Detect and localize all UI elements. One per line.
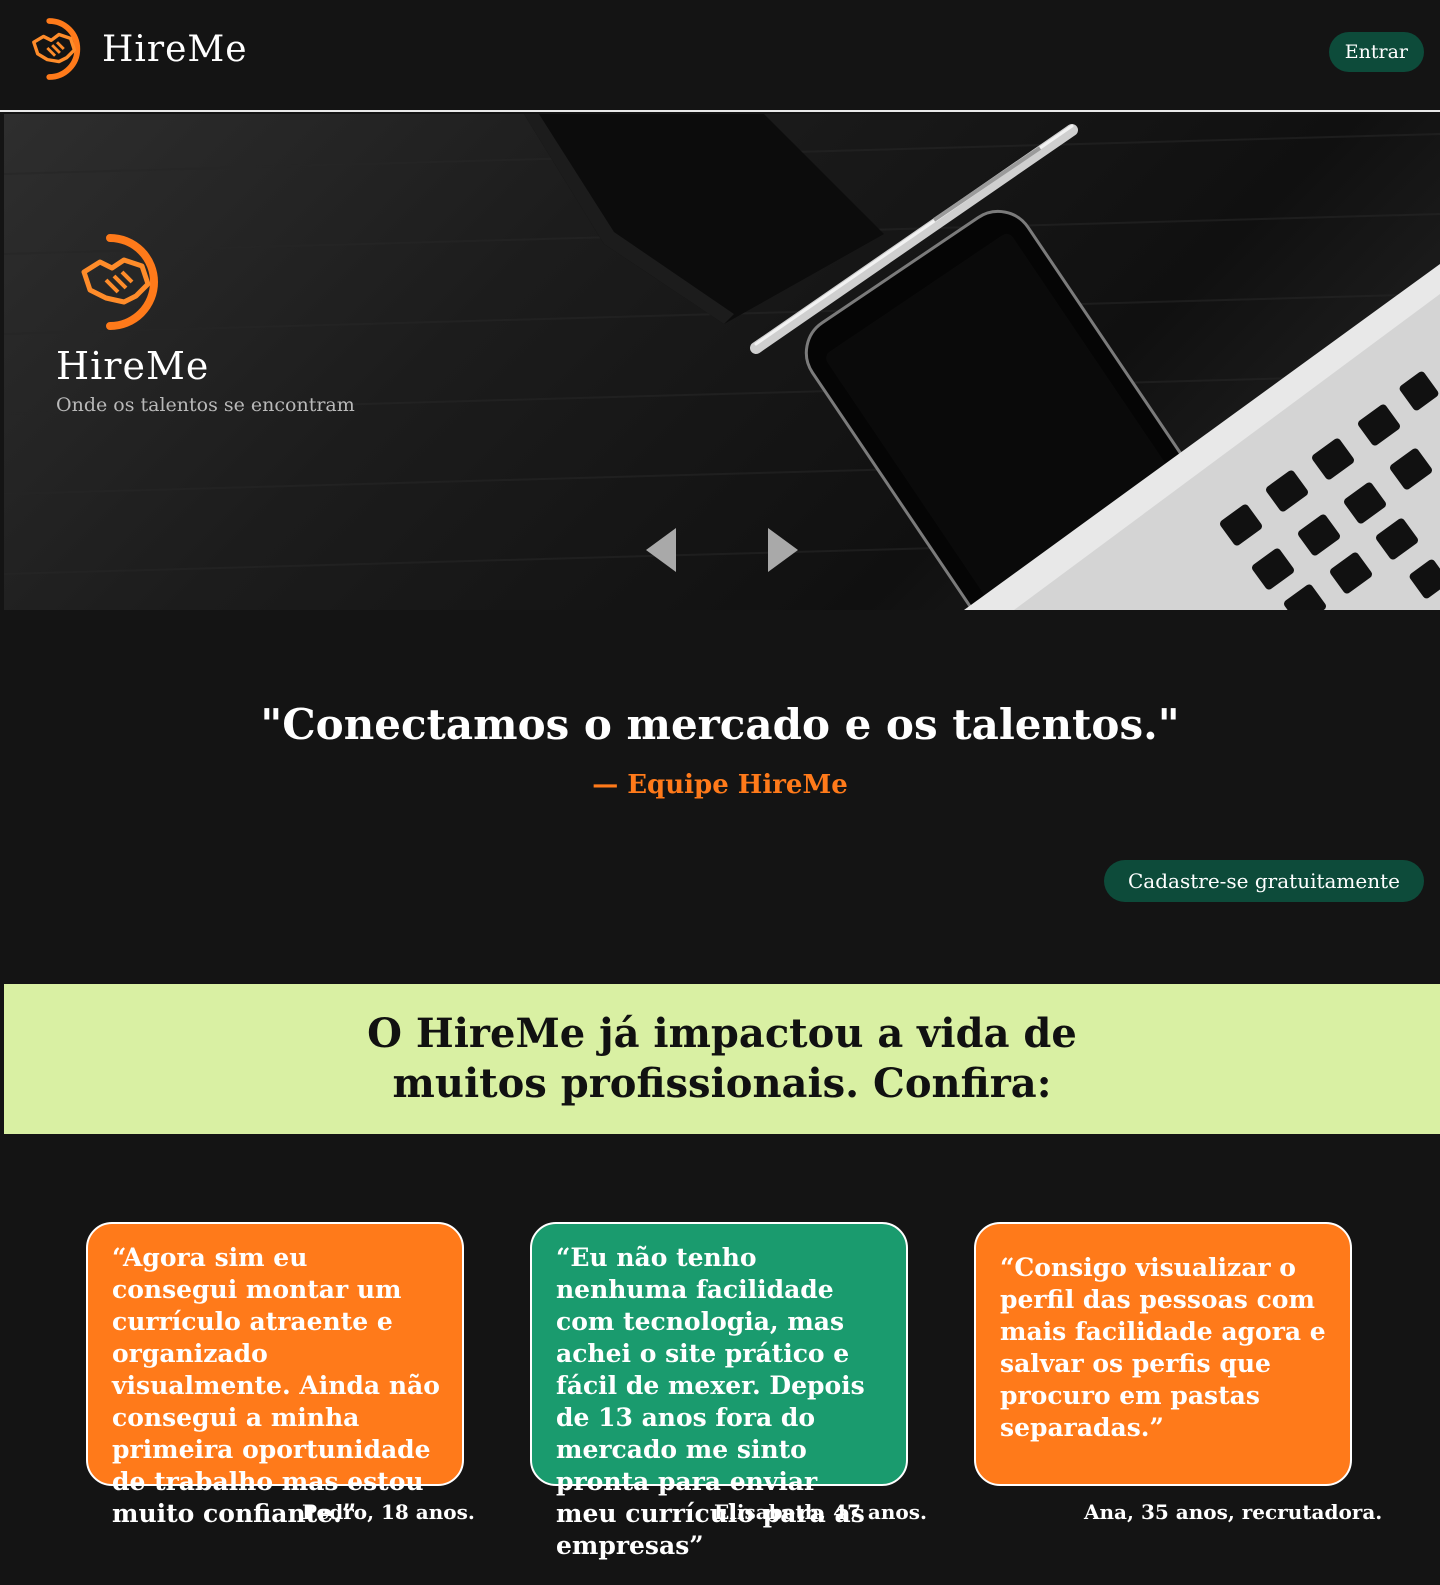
chevron-left-icon[interactable] [646,528,676,572]
login-button[interactable]: Entrar [1328,32,1424,72]
testimonial-card: “Consigo visualizar o perfil das pessoas… [974,1222,1352,1486]
site-header: HireMe Entrar [0,0,1440,112]
brand[interactable]: HireMe [28,14,248,84]
quote-author: — Equipe HireMe [592,770,848,800]
chevron-right-icon[interactable] [768,528,798,572]
testimonial-author: Elisabeth, 47 anos. [714,1500,927,1524]
testimonial-author: Ana, 35 anos, recrutadora. [1084,1500,1383,1524]
hero-brand: HireMe Onde os talentos se encontram [56,230,355,416]
testimonial-card: “Agora sim eu consegui montar um currícu… [86,1222,464,1528]
brand-name: HireMe [102,28,248,70]
handshake-icon [32,18,81,80]
hero-title: HireMe [56,344,210,388]
testimonial-author: Pedro, 18 anos. [302,1500,475,1524]
impact-heading: O HireMe já impactou a vida de muitos pr… [367,1010,1077,1107]
tagline-quote: "Conectamos o mercado e os talentos." [260,700,1180,749]
testimonial-card: “Eu não tenho nenhuma facilidade com tec… [530,1222,908,1560]
impact-banner: O HireMe já impactou a vida de muitos pr… [4,984,1440,1134]
hero-carousel: HireMe Onde os talentos se encontram [4,114,1440,610]
handshake-icon [81,234,158,330]
signup-button[interactable]: Cadastre-se gratuitamente [1104,860,1424,902]
hero-subtitle: Onde os talentos se encontram [56,394,355,416]
